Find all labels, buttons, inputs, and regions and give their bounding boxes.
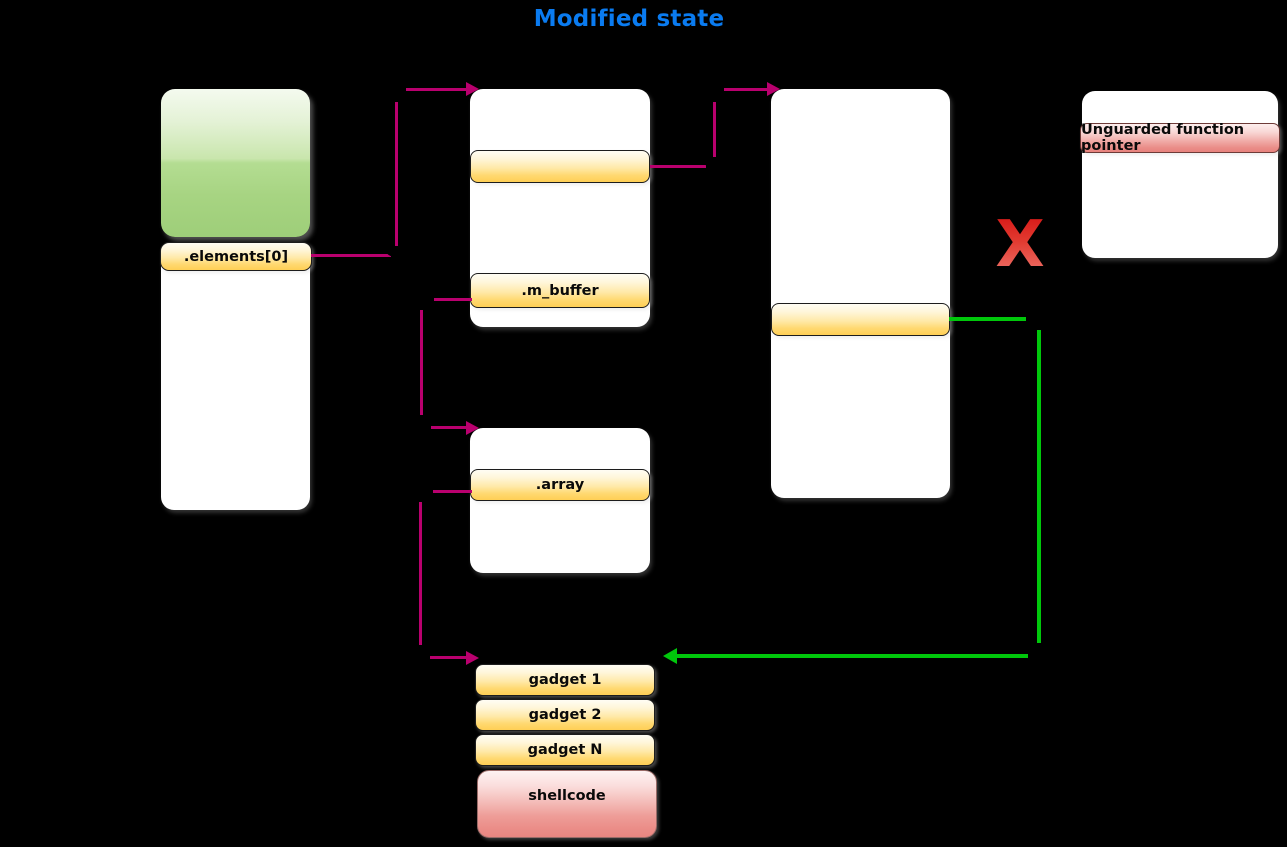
connector-elements-to-buffer-seg-h2 [406, 88, 468, 91]
connector-elements-to-buffer-arrowhead [466, 82, 479, 96]
connector-target-to-payload-arrowhead [663, 648, 677, 664]
m-buffer-bar: .m_buffer [470, 273, 650, 308]
payload-item-gadget-2: gadget 2 [475, 699, 655, 731]
payload-item-label: gadget N [527, 742, 603, 758]
connector-array-to-payload-seg-h2 [430, 656, 468, 659]
target-object-body [771, 89, 950, 498]
array-label-text: .array [535, 477, 585, 493]
connector-array-to-payload-seg-v [419, 502, 422, 648]
connector-buffer-to-target-seg-h1 [650, 165, 706, 168]
payload-item-label: shellcode [528, 788, 606, 804]
connector-array-to-payload-seg-h1 [431, 490, 472, 493]
allocated-green-region [161, 89, 310, 237]
connector-target-to-payload-seg-h1 [949, 317, 1029, 321]
buffer-vtable-bar [470, 150, 650, 183]
function-pointer-object-body [1082, 91, 1278, 258]
unguarded-function-pointer-bar: Unguarded function pointer [1080, 122, 1280, 154]
m-buffer-label-text: .m_buffer [521, 282, 599, 299]
payload-item-label: gadget 1 [528, 672, 602, 688]
connector-mbuffer-to-array-seg-h1 [432, 298, 472, 301]
blocked-x-icon: X [995, 208, 1045, 282]
connector-mbuffer-to-array-seg-h2 [431, 426, 468, 429]
connector-buffer-to-target-seg-v [713, 100, 716, 157]
payload-item-gadget-n: gadget N [475, 734, 655, 766]
connector-target-to-payload-seg-v [1037, 330, 1041, 646]
elements-label-text: .elements[0] [183, 248, 289, 265]
connector-buffer-to-target-arrowhead [767, 82, 780, 96]
diagram-canvas: Modified state .elements[0] .m_buffer .a… [0, 0, 1287, 847]
connector-mbuffer-to-array-arrowhead [466, 421, 479, 435]
payload-item-label: gadget 2 [528, 707, 602, 723]
elements-label-bar: .elements[0] [160, 242, 312, 271]
target-pointer-bar [771, 303, 950, 336]
elements-object-body [161, 246, 310, 510]
unguarded-function-pointer-text: Unguarded function pointer [1081, 122, 1245, 154]
connector-target-to-payload-elbow-bottom [1026, 643, 1041, 658]
payload-item-shellcode: shellcode [477, 770, 657, 838]
array-bar: .array [470, 469, 650, 501]
payload-item-gadget-1: gadget 1 [475, 664, 655, 696]
connector-buffer-to-target-seg-h2 [724, 88, 769, 91]
connector-mbuffer-to-array-seg-v [420, 310, 423, 418]
connector-array-to-payload-arrowhead [466, 651, 479, 665]
page-title: Modified state [533, 6, 725, 32]
connector-elements-to-buffer-seg-h1 [311, 254, 391, 257]
connector-target-to-payload-seg-h2 [676, 654, 1028, 658]
connector-elements-to-buffer-seg-v [395, 100, 398, 246]
